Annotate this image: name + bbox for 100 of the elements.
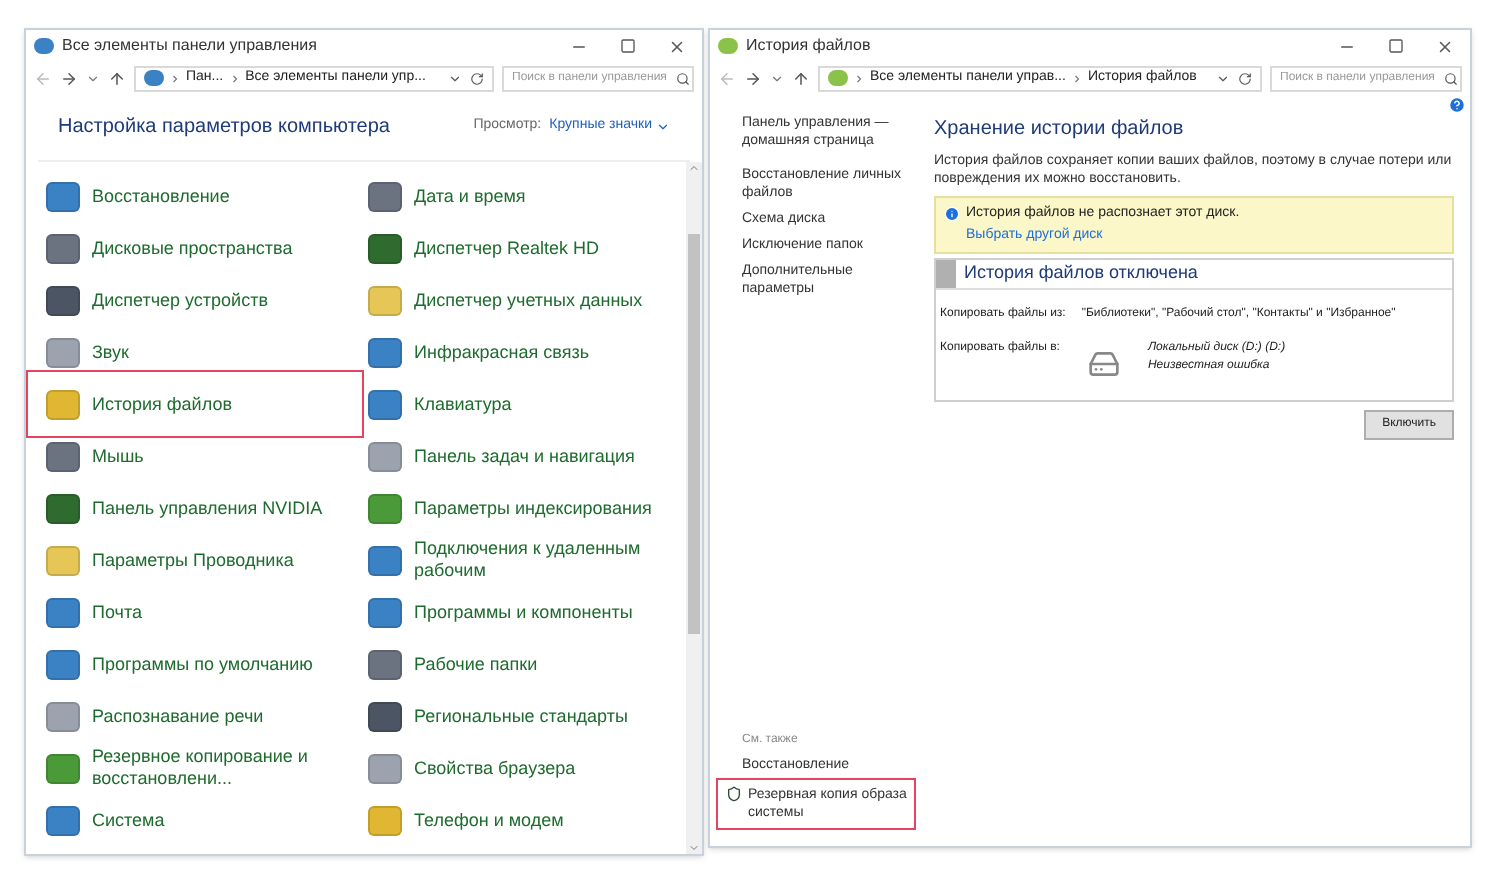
item-label: Система: [92, 809, 165, 831]
control-panel-item-icon: [46, 441, 80, 471]
item-label: Параметры индексирования: [414, 497, 652, 519]
item-label: Резервное копирование и восстановлени...: [92, 746, 310, 790]
item-label: Рабочие папки: [414, 653, 538, 675]
item-label: Диспетчер Realtek HD: [414, 237, 600, 259]
location-icon: [144, 70, 164, 86]
chevron-right-icon: [856, 73, 862, 83]
control-panel-item[interactable]: Панель задач и навигация: [356, 430, 678, 482]
control-panel-item[interactable]: Подключения к удаленным рабочим: [356, 534, 678, 586]
control-panel-item[interactable]: Панель управления NVIDIA: [34, 482, 356, 534]
item-label: Дата и время: [414, 185, 526, 207]
control-panel-item[interactable]: Инфракрасная связь: [356, 326, 678, 378]
item-label: Региональные стандарты: [414, 705, 628, 727]
caret-icon: [656, 120, 670, 134]
close-icon[interactable]: [668, 37, 686, 55]
up-icon[interactable]: [792, 69, 810, 87]
control-panel-item[interactable]: Дата и время: [356, 170, 678, 222]
control-panel-item[interactable]: Программы по умолчанию: [34, 638, 356, 690]
shield-icon: [726, 786, 742, 802]
control-panel-item[interactable]: Распознавание речи: [34, 690, 356, 742]
item-label: История файлов: [92, 393, 232, 415]
control-panel-item[interactable]: Дисковые пространства: [34, 222, 356, 274]
control-panel-item-icon: [368, 597, 402, 627]
control-panel-item-icon: [46, 753, 80, 783]
search-icon: [676, 71, 690, 85]
history-dropdown-icon[interactable]: [86, 71, 100, 85]
item-label: Мышь: [92, 445, 144, 467]
item-label: Диспетчер учетных данных: [414, 289, 643, 311]
item-label: Программы и компоненты: [414, 601, 633, 623]
control-panel-item[interactable]: Диспетчер учетных данных: [356, 274, 678, 326]
control-panel-item[interactable]: Рабочие папки: [356, 638, 678, 690]
control-panel-item-icon: [368, 545, 402, 575]
control-panel-item[interactable]: Восстановление: [34, 170, 356, 222]
control-panel-item[interactable]: Диспетчер устройств: [34, 274, 356, 326]
item-label: Панель задач и навигация: [414, 445, 635, 467]
control-panel-item[interactable]: История файлов: [34, 378, 356, 430]
refresh-icon[interactable]: [470, 71, 484, 85]
forward-icon[interactable]: [744, 69, 762, 87]
item-label: Подключения к удаленным рабочим: [414, 538, 643, 582]
up-icon[interactable]: [108, 69, 126, 87]
control-panel-item[interactable]: Параметры индексирования: [356, 482, 678, 534]
item-label: Программы по умолчанию: [92, 653, 313, 675]
control-panel-item-icon: [368, 493, 402, 523]
control-panel-item[interactable]: Резервное копирование и восстановлени...: [34, 742, 356, 794]
item-label: Диспетчер устройств: [92, 289, 268, 311]
item-label: Восстановление: [92, 185, 230, 207]
control-panel-item-icon: [46, 337, 80, 367]
scrollbar-thumb[interactable]: [688, 234, 700, 634]
control-panel-item[interactable]: Клавиатура: [356, 378, 678, 430]
item-label: Распознавание речи: [92, 705, 264, 727]
control-panel-item-icon: [368, 233, 402, 263]
item-label: Дисковые пространства: [92, 237, 293, 259]
control-panel-item[interactable]: Свойства браузера: [356, 742, 678, 794]
control-panel-item[interactable]: Программы и компоненты: [356, 586, 678, 638]
scrollbar[interactable]: [686, 162, 702, 854]
item-label: Свойства браузера: [414, 757, 576, 779]
control-panel-item-icon: [368, 337, 402, 367]
help-icon[interactable]: [1448, 96, 1466, 114]
chevron-right-icon: [1073, 73, 1080, 83]
window-title: Все элементы панели управления: [62, 34, 319, 58]
control-panel-item-icon: [46, 233, 80, 263]
maximize-icon[interactable]: [1388, 38, 1404, 54]
control-panel-item[interactable]: Параметры Проводника: [34, 534, 356, 586]
item-label: Клавиатура: [414, 393, 512, 415]
maximize-icon[interactable]: [620, 38, 636, 54]
refresh-icon[interactable]: [1238, 71, 1252, 85]
control-panel-item-icon: [368, 441, 402, 471]
address-dropdown-icon[interactable]: [1216, 71, 1230, 85]
info-icon: [944, 206, 960, 223]
control-panel-item[interactable]: Звук: [34, 326, 356, 378]
item-label: Инфракрасная связь: [414, 341, 590, 363]
drive-icon: [1083, 348, 1124, 380]
window-title: История файлов: [746, 34, 873, 58]
control-panel-item-icon: [46, 649, 80, 679]
history-dropdown-icon[interactable]: [770, 71, 784, 85]
item-label: Почта: [92, 601, 142, 623]
status-bar-accent: [936, 260, 956, 288]
forward-icon[interactable]: [60, 69, 78, 87]
control-panel-item[interactable]: Мышь: [34, 430, 356, 482]
close-icon[interactable]: [1436, 37, 1454, 55]
search-icon: [1444, 71, 1458, 85]
address-dropdown-icon[interactable]: [448, 71, 462, 85]
control-panel-item-icon: [46, 597, 80, 627]
chevron-right-icon: [231, 73, 238, 83]
control-panel-item[interactable]: Региональные стандарты: [356, 690, 678, 742]
control-panel-item[interactable]: Телефон и модем: [356, 794, 678, 846]
control-panel-item-icon: [368, 753, 402, 783]
control-panel-item-icon: [46, 181, 80, 211]
chevron-right-icon: [172, 73, 178, 83]
page-heading: Настройка параметров компьютера: [58, 114, 392, 142]
item-label: Параметры Проводника: [92, 549, 294, 571]
control-panel-item[interactable]: Диспетчер Realtek HD: [356, 222, 678, 274]
control-panel-item-icon: [368, 701, 402, 731]
item-label: Звук: [92, 341, 129, 363]
control-panel-item-icon: [368, 181, 402, 211]
control-panel-item-icon: [368, 649, 402, 679]
control-panel-item-icon: [368, 285, 402, 315]
control-panel-item[interactable]: Система: [34, 794, 356, 846]
control-panel-item[interactable]: Почта: [34, 586, 356, 638]
